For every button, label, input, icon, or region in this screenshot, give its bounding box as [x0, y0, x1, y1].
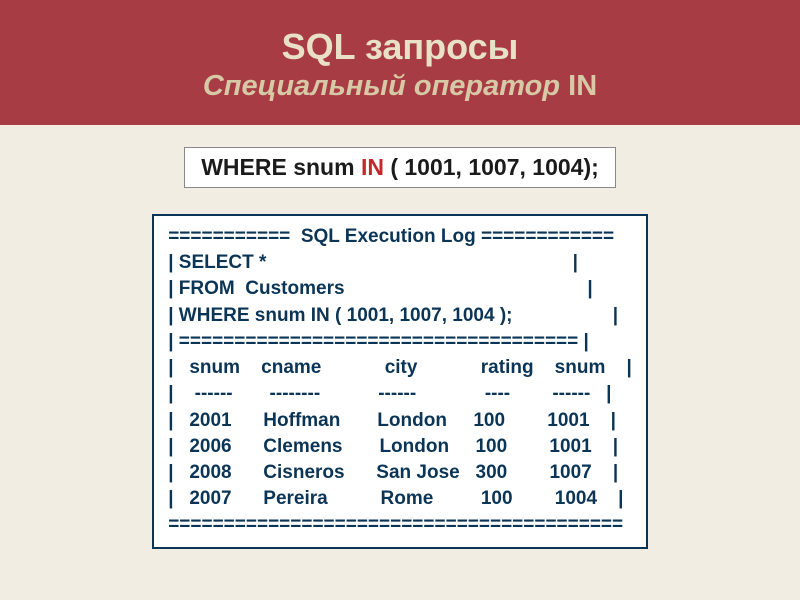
log-line: | WHERE snum IN ( 1001, 1007, 1004 ); |	[168, 305, 618, 326]
clause-suffix: ( 1001, 1007, 1004);	[384, 154, 599, 180]
log-line: | ==================================== |	[168, 331, 589, 352]
slide-title: SQL запросы	[0, 26, 800, 68]
log-line: | SELECT * |	[168, 252, 578, 273]
where-clause-box: WHERE snum IN ( 1001, 1007, 1004);	[184, 147, 616, 188]
slide-subtitle: Специальный оператор IN	[0, 70, 800, 103]
log-line: | 2007 Pereira Rome 100 1004 |	[168, 488, 623, 509]
log-line: | 2006 Clemens London 100 1001 |	[168, 436, 618, 457]
subtitle-operator: IN	[568, 70, 597, 102]
log-line: | 2001 Hoffman London 100 1001 |	[168, 410, 616, 431]
log-line: | FROM Customers |	[168, 278, 592, 299]
sql-execution-log: =========== SQL Execution Log ==========…	[152, 214, 648, 549]
log-line: | ------ -------- ------ ---- ------ |	[168, 383, 611, 404]
subtitle-text: Специальный оператор	[203, 70, 568, 102]
clause-prefix: WHERE snum	[201, 154, 361, 180]
log-line: =========== SQL Execution Log ==========…	[168, 226, 614, 247]
log-line: ========================================…	[168, 514, 623, 535]
log-line: | snum cname city rating snum |	[168, 357, 632, 378]
clause-keyword-in: IN	[361, 154, 384, 180]
log-line: | 2008 Cisneros San Jose 300 1007 |	[168, 462, 618, 483]
slide-content: WHERE snum IN ( 1001, 1007, 1004); =====…	[0, 125, 800, 549]
slide-header: SQL запросы Специальный оператор IN	[0, 0, 800, 125]
